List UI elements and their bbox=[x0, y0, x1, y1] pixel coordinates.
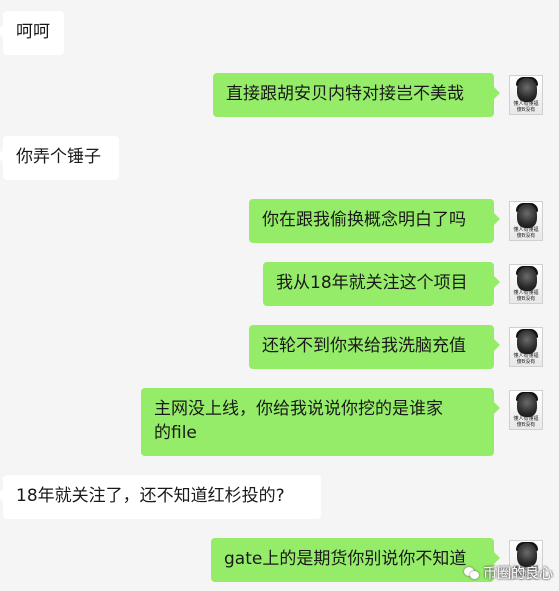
message-bubble-received[interactable]: 呵呵 bbox=[0, 11, 64, 55]
wechat-logo-icon bbox=[464, 566, 480, 580]
user-avatar[interactable]: 懂人有懂福 傻B没有 bbox=[509, 390, 543, 430]
user-avatar[interactable]: 懂人有懂福 傻B没有 bbox=[509, 327, 543, 367]
message-bubble-sent[interactable]: 主网没上线，你给我说说你挖的是谁家的file bbox=[141, 388, 500, 456]
message-bubble-received[interactable]: 18年就关注了，还不知道红杉投的? bbox=[0, 475, 321, 519]
chat-area[interactable]: 呵呵 直接跟胡安贝内特对接岂不美哉 懂人有懂福 傻B没有 你弄个锤子 你在跟我偷换… bbox=[0, 0, 559, 591]
watermark-text: 币圈的良心 bbox=[483, 566, 553, 582]
user-avatar[interactable]: 懂人有懂福 傻B没有 bbox=[509, 264, 543, 304]
avatar-caption: 懂人有懂福 傻B没有 bbox=[513, 101, 539, 113]
watermark: 币圈的良心 bbox=[464, 563, 553, 583]
message-bubble-sent[interactable]: gate上的是期货你别说你不知道 bbox=[211, 538, 500, 582]
message-bubble-sent[interactable]: 直接跟胡安贝内特对接岂不美哉 bbox=[213, 73, 500, 117]
message-bubble-sent[interactable]: 还轮不到你来给我洗脑充值 bbox=[249, 325, 500, 369]
message-bubble-received[interactable]: 你弄个锤子 bbox=[0, 136, 119, 180]
message-bubble-sent[interactable]: 你在跟我偷换概念明白了吗 bbox=[249, 199, 500, 243]
user-avatar[interactable]: 懂人有懂福 傻B没有 bbox=[509, 75, 543, 115]
message-bubble-sent[interactable]: 我从18年就关注这个项目 bbox=[263, 262, 500, 306]
user-avatar[interactable]: 懂人有懂福 傻B没有 bbox=[509, 201, 543, 241]
